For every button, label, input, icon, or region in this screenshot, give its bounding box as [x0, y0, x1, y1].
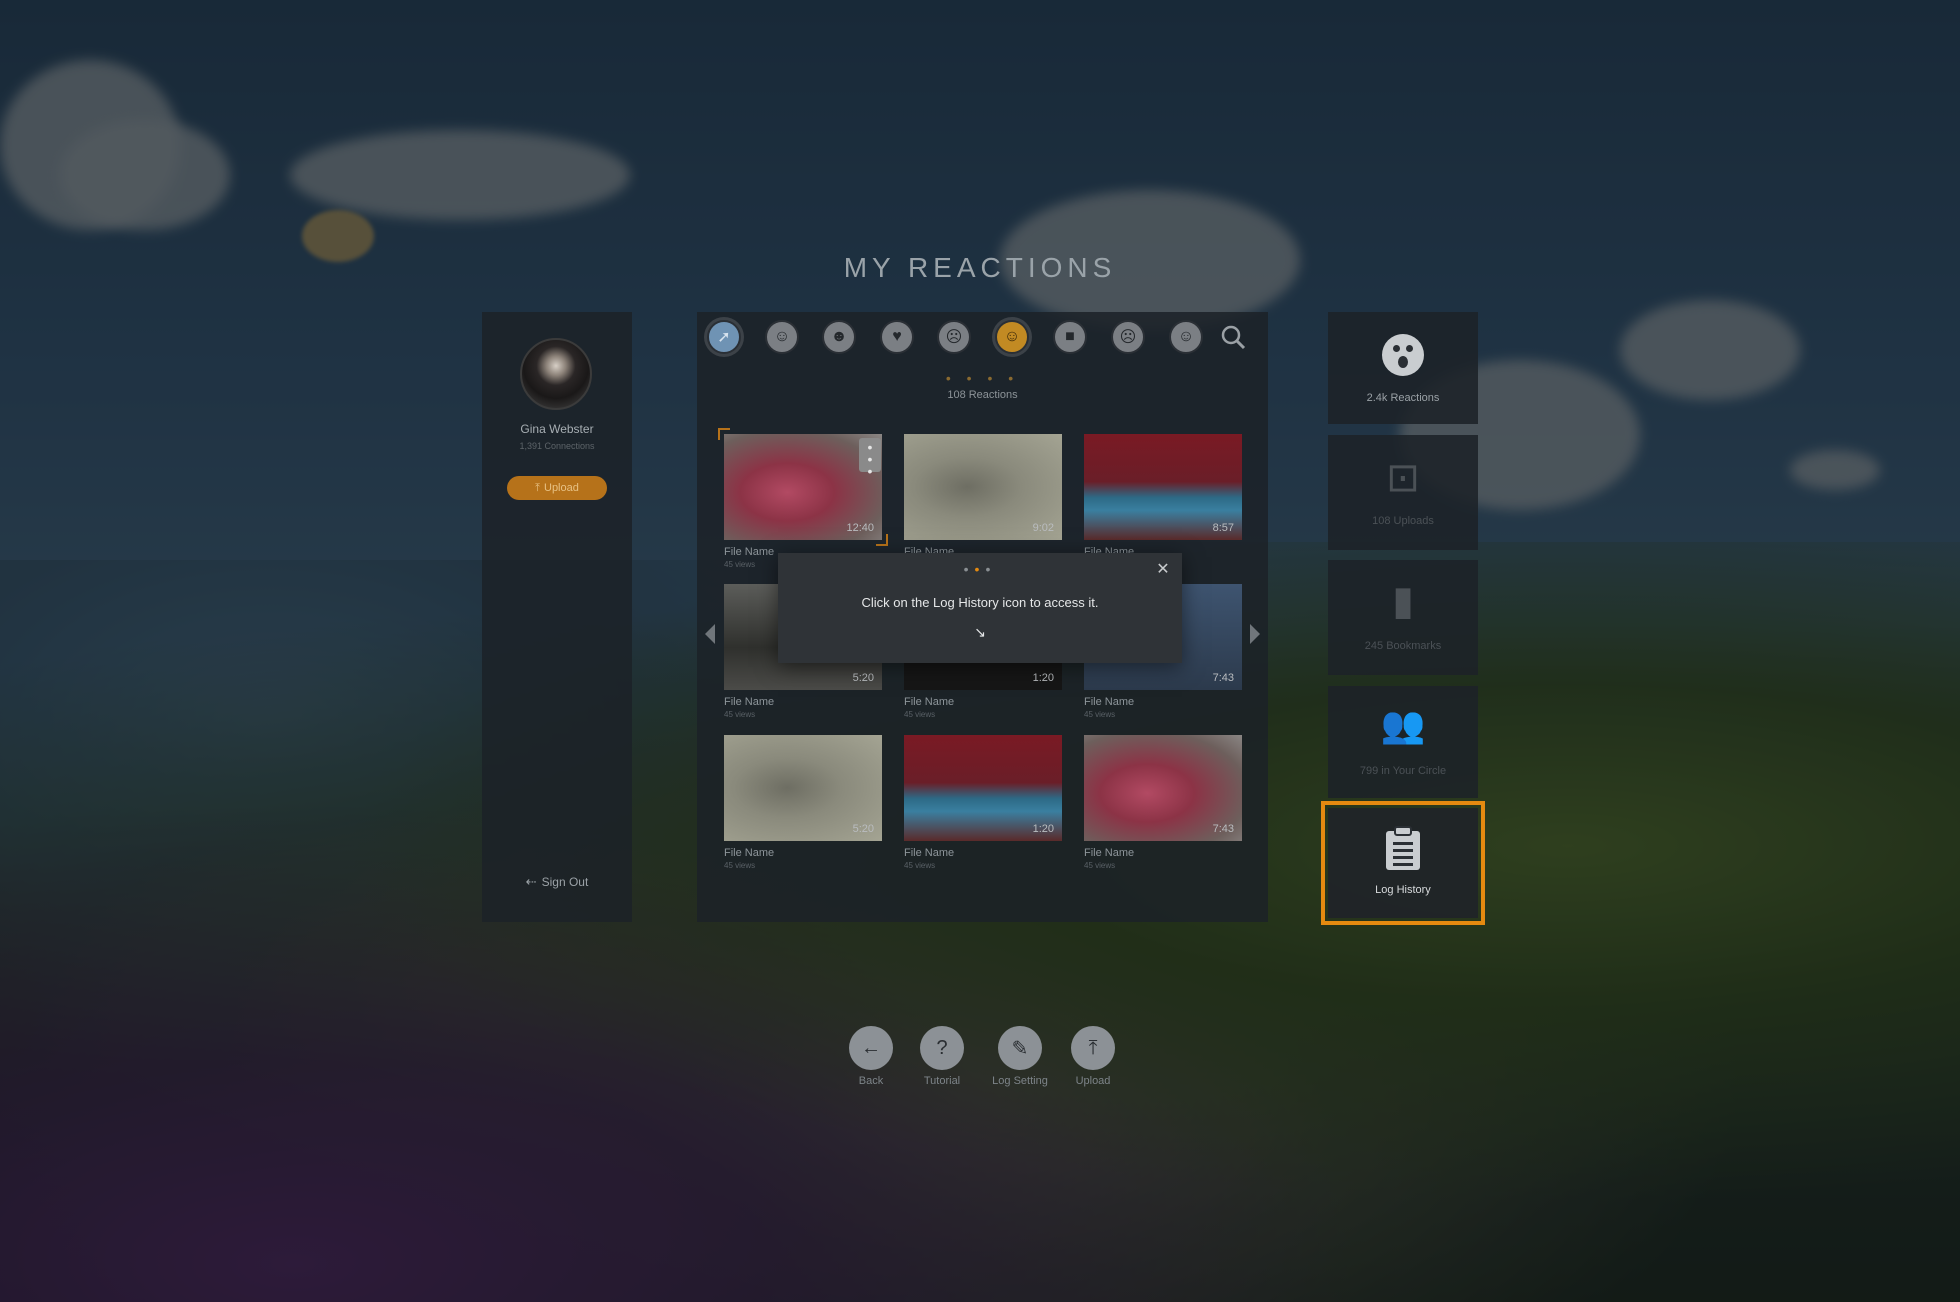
tutorial-label: Tutorial [923, 1075, 961, 1087]
log-history-card[interactable]: Log History [1321, 801, 1485, 925]
duration-label: 1:20 [1032, 672, 1054, 684]
reaction-thumbnail[interactable]: 8:57 [1084, 434, 1242, 540]
emoji-filter-bar: ➚ ☺ ☻ ♥ ☹ ☺ ■ ☹ ☺ [707, 320, 1257, 364]
upload-icon: ⤒ [1088, 1036, 1098, 1059]
duration-label: 9:02 [1032, 522, 1054, 534]
uploads-stat-card[interactable]: ⊡ 108 Uploads [1328, 435, 1478, 550]
people-icon: 👥 [1380, 704, 1426, 745]
duration-label: 12:40 [846, 522, 874, 534]
wink-emoji-icon[interactable]: ☺ [1169, 320, 1203, 354]
sunglasses-emoji-icon[interactable]: ■ [1053, 320, 1087, 354]
file-name: File Name [724, 847, 775, 859]
upload-toolbar-button[interactable]: ⤒ [1071, 1026, 1115, 1070]
page-indicator: • • • • [945, 370, 1020, 386]
upload-icon: ⤒ [535, 482, 540, 494]
file-views: 45 views [1084, 861, 1116, 870]
duration-label: 8:57 [1212, 522, 1234, 534]
file-views: 45 views [1084, 710, 1116, 719]
surprised-emoji-icon[interactable]: ☻ [822, 320, 856, 354]
page-title: MY REACTIONS [843, 252, 1117, 283]
tooltip-message: Click on the Log History icon to access … [861, 595, 1099, 610]
edit-icon: ✎ [1011, 1037, 1029, 1060]
file-name: File Name [904, 847, 955, 859]
bookmarks-stat-card[interactable]: ▮ 245 Bookmarks [1328, 560, 1478, 675]
sign-out-button[interactable]: ⇠ Sign Out [482, 874, 632, 890]
next-page-arrow[interactable] [1250, 624, 1260, 644]
sign-out-label: Sign Out [541, 875, 589, 889]
user-connections: 1,391 Connections [519, 441, 595, 451]
question-icon: ? [936, 1036, 948, 1059]
sad-emoji-icon[interactable]: ☹ [1111, 320, 1145, 354]
log-setting-button[interactable]: ✎ [998, 1026, 1042, 1070]
bookmark-icon: ▮ [1391, 579, 1414, 623]
laugh-emoji-icon[interactable]: ☺ [765, 320, 799, 354]
duration-label: 5:20 [852, 823, 874, 835]
reactions-count: 108 Reactions [947, 389, 1018, 401]
card-label: 108 Uploads [1372, 515, 1434, 527]
duration-label: 1:20 [1032, 823, 1054, 835]
file-views: 45 views [904, 861, 936, 870]
file-name: File Name [904, 696, 955, 708]
prev-page-arrow[interactable] [705, 624, 715, 644]
reaction-thumbnail[interactable]: 5:20 [724, 735, 882, 841]
file-name: File Name [724, 696, 775, 708]
reaction-thumbnail[interactable]: 7:43 [1084, 735, 1242, 841]
duration-label: 5:20 [852, 672, 874, 684]
sign-out-icon: ⇠ [525, 874, 537, 889]
close-icon[interactable]: ✕ [1154, 561, 1172, 579]
card-label: 799 in Your Circle [1359, 765, 1447, 777]
avatar[interactable] [520, 338, 592, 410]
upload-button[interactable]: ⤒ Upload [507, 476, 607, 500]
upload-label: Upload [544, 482, 579, 494]
duration-label: 7:43 [1212, 672, 1234, 684]
card-label: 2.4k Reactions [1366, 392, 1440, 404]
more-options-icon[interactable]: • • • [859, 438, 881, 478]
file-name: File Name [724, 546, 775, 558]
reaction-thumbnail[interactable]: 1:20 [904, 735, 1062, 841]
file-name: File Name [1084, 696, 1135, 708]
heart-emoji-icon[interactable]: ♥ [880, 320, 914, 354]
tutorial-button[interactable]: ? [920, 1026, 964, 1070]
duration-label: 7:43 [1212, 823, 1234, 835]
back-button[interactable]: ← [849, 1026, 893, 1070]
clipboard-icon [1328, 826, 1478, 877]
file-views: 45 views [724, 710, 756, 719]
reactions-stat-card[interactable]: 2.4k Reactions [1328, 312, 1478, 424]
profile-panel: Gina Webster 1,391 Connections ⤒ Upload ⇠… [482, 312, 632, 922]
circle-stat-card[interactable]: 👥 799 in Your Circle [1328, 686, 1478, 798]
arrow-down-right-icon: ↘ [974, 624, 986, 640]
user-name: Gina Webster [520, 422, 594, 436]
rocket-icon[interactable]: ➚ [707, 320, 741, 354]
upload-toolbar-label: Upload [1075, 1075, 1111, 1087]
tutorial-tooltip: ••• ✕ Click on the Log History icon to a… [778, 553, 1182, 663]
reaction-thumbnail[interactable]: 9:02 [904, 434, 1062, 540]
file-views: 45 views [724, 560, 756, 569]
arrow-left-icon: ← [861, 1036, 881, 1059]
card-label: 245 Bookmarks [1364, 640, 1442, 652]
file-name: File Name [1084, 847, 1135, 859]
smile-emoji-icon[interactable]: ☺ [995, 320, 1029, 354]
frown-emoji-icon[interactable]: ☹ [937, 320, 971, 354]
card-label: Log History [1375, 884, 1431, 896]
file-views: 45 views [904, 710, 936, 719]
file-views: 45 views [724, 861, 756, 870]
search-icon[interactable] [1218, 322, 1248, 352]
face-icon [1328, 334, 1478, 381]
tooltip-step-dots: ••• [963, 561, 997, 577]
upload-box-icon: ⊡ [1386, 456, 1420, 500]
